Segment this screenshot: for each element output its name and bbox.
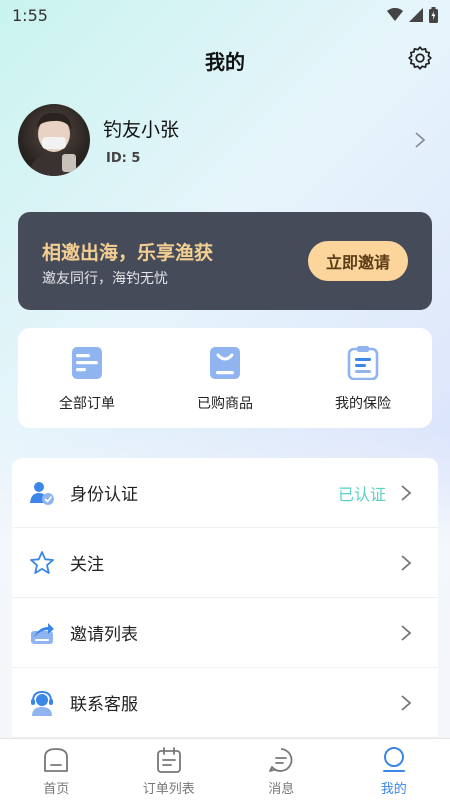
page-title: 我的	[205, 50, 245, 74]
settings-gear-icon[interactable]	[407, 45, 433, 71]
home-icon	[44, 748, 69, 772]
menu-item-identity-verification[interactable]: 身份认证 已认证	[12, 458, 438, 528]
profile-icon	[382, 747, 405, 772]
quick-action-all-orders[interactable]: 全部订单	[18, 328, 156, 428]
chevron-right-icon	[401, 624, 412, 641]
status-bar: 1:55	[0, 0, 450, 30]
avatar-photo	[28, 112, 80, 176]
nav-tab-order-list[interactable]: 订单列表	[113, 739, 226, 800]
menu-item-label: 邀请列表	[70, 625, 138, 645]
chevron-right-icon	[401, 554, 412, 571]
star-icon	[30, 550, 54, 574]
chevron-right-icon	[401, 694, 412, 711]
quick-action-label: 已购商品	[197, 396, 253, 412]
bottom-navigation: 首页 订单列表 消息 我的	[0, 738, 450, 800]
invite-banner: 相邀出海，乐享渔获 邀友同行，海钓无忧 立即邀请	[18, 212, 432, 310]
message-icon	[269, 748, 293, 772]
menu-item-follow[interactable]: 关注	[12, 528, 438, 598]
avatar[interactable]	[18, 104, 90, 176]
calendar-list-icon	[156, 747, 181, 773]
invite-share-icon	[31, 622, 54, 644]
profile-name: 钓友小张	[103, 119, 180, 141]
quick-action-purchased-goods[interactable]: 已购商品	[156, 328, 294, 428]
nav-label: 消息	[268, 782, 295, 797]
profile-id: ID: 5	[106, 151, 141, 166]
signal-icon	[409, 8, 423, 22]
orders-icon	[72, 347, 102, 379]
nav-tab-messages[interactable]: 消息	[225, 739, 338, 800]
profile-chevron-right-icon[interactable]	[412, 130, 428, 150]
insurance-icon	[347, 346, 379, 380]
nav-tab-home[interactable]: 首页	[0, 739, 113, 800]
nav-tab-profile[interactable]: 我的	[338, 739, 450, 800]
quick-action-label: 全部订单	[59, 396, 115, 412]
menu-item-label: 身份认证	[70, 485, 138, 505]
quick-actions-card: 全部订单 已购商品 我的保险	[18, 328, 432, 428]
nav-label: 订单列表	[142, 782, 195, 797]
menu-item-invite-list[interactable]: 邀请列表	[12, 598, 438, 668]
purchased-goods-icon	[210, 347, 240, 379]
chevron-right-icon	[401, 484, 412, 501]
battery-icon	[429, 7, 438, 23]
verified-status: 已认证	[337, 484, 386, 504]
quick-action-my-insurance[interactable]: 我的保险	[294, 328, 432, 428]
quick-action-label: 我的保险	[335, 396, 391, 412]
menu-item-label: 联系客服	[70, 695, 138, 715]
invite-now-button[interactable]: 立即邀请	[308, 241, 408, 281]
nav-label: 我的	[380, 782, 407, 797]
status-time: 1:55	[12, 5, 48, 25]
invite-subtitle: 邀友同行，海钓无忧	[42, 271, 168, 287]
settings-menu-list: 身份认证 已认证 关注 邀请列表 联系客服	[12, 458, 438, 748]
status-icons	[387, 7, 438, 23]
nav-label: 首页	[43, 782, 70, 797]
invite-title: 相邀出海，乐享渔获	[42, 242, 214, 264]
menu-item-customer-service[interactable]: 联系客服	[12, 668, 438, 738]
menu-item-label: 关注	[70, 555, 104, 575]
wifi-icon	[387, 8, 403, 21]
identity-verify-icon	[30, 481, 54, 505]
customer-service-icon	[31, 690, 53, 716]
